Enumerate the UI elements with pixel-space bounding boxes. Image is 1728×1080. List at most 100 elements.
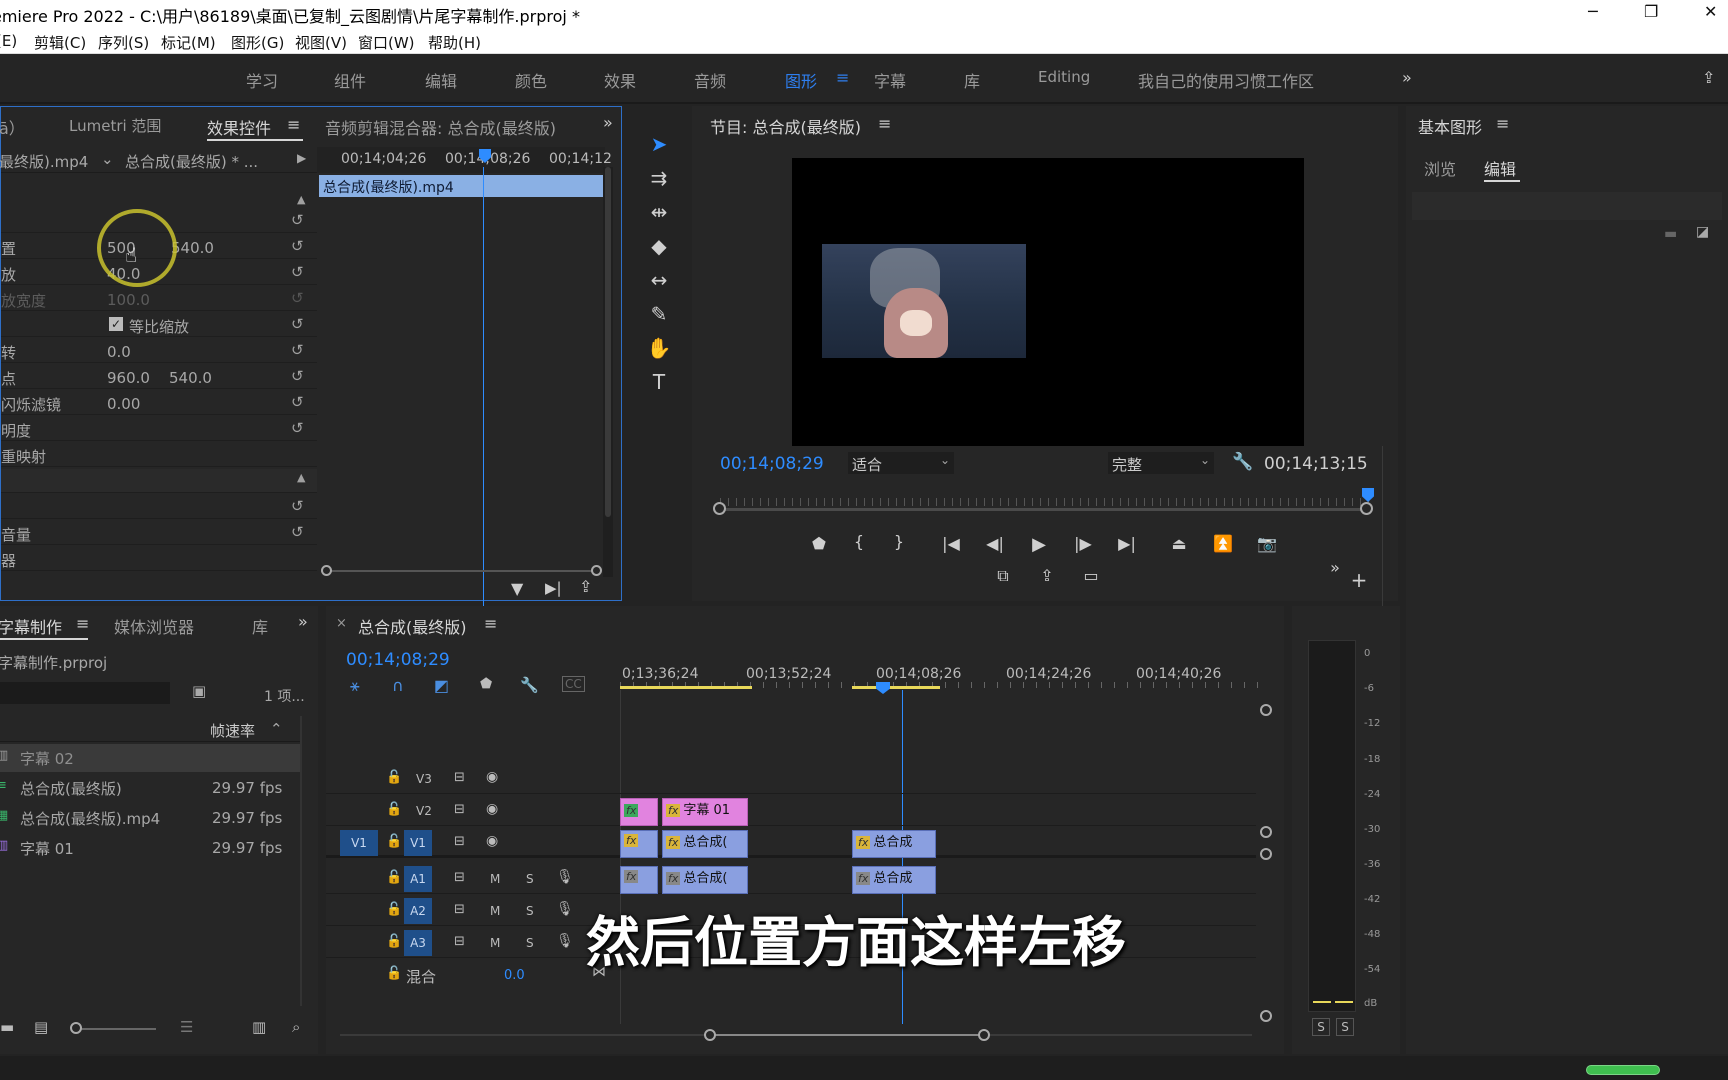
reset-icon[interactable]: ↺ — [291, 497, 304, 515]
menu-graphics[interactable]: 图形(G) — [231, 32, 284, 53]
clip-video[interactable]: fx 总合成 — [852, 830, 936, 858]
panel-menu-icon[interactable]: ≡ — [76, 614, 89, 633]
new-layer-icon[interactable]: ◪ — [1696, 224, 1709, 240]
menu-help[interactable]: 帮助(H) — [428, 32, 481, 53]
ws-menu-icon[interactable]: ≡ — [836, 68, 849, 87]
project-item[interactable]: ▥ 字幕 02 — [0, 744, 300, 772]
ws-captions[interactable]: 字幕 — [874, 68, 906, 92]
eye-icon[interactable]: ◉ — [486, 769, 498, 785]
collapse-icon[interactable]: ▲ — [297, 471, 305, 484]
sort-icon[interactable]: ☰ — [180, 1018, 193, 1036]
tab-lumetri[interactable]: Lumetri 范围 — [69, 115, 161, 136]
share-icon[interactable]: ⇪ — [1702, 68, 1715, 87]
video-canvas[interactable] — [792, 158, 1304, 446]
reset-icon[interactable]: ↺ — [291, 263, 304, 281]
clip-title-01[interactable]: fx 字幕 01 — [662, 798, 748, 826]
reset-icon[interactable]: ↺ — [291, 211, 304, 229]
solo-icon[interactable]: S — [526, 904, 534, 918]
tab-audio-mixer[interactable]: 音频剪辑混合器: 总合成(最终版) — [325, 115, 556, 139]
ws-effects[interactable]: 效果 — [604, 68, 636, 92]
scroll-handle-left[interactable] — [704, 1029, 716, 1041]
comparison-view-icon[interactable]: ⧉ — [990, 566, 1016, 586]
tab-browse[interactable]: 浏览 — [1424, 156, 1456, 180]
ws-color[interactable]: 颜色 — [515, 68, 547, 92]
reset-icon[interactable]: ↺ — [291, 341, 304, 359]
program-scrubber[interactable] — [712, 486, 1376, 522]
ws-assembly[interactable]: 组件 — [334, 68, 366, 92]
lock-icon[interactable]: 🔓 — [386, 770, 402, 785]
solo-left-button[interactable]: S — [1312, 1018, 1330, 1036]
track-target-v1[interactable]: V1 — [404, 830, 432, 856]
mark-out-icon[interactable]: } — [886, 532, 912, 551]
razor-icon[interactable]: ◆ — [642, 234, 676, 258]
go-to-out-icon[interactable]: ▶| — [1114, 534, 1140, 553]
source-patch-v1[interactable]: V1 — [340, 830, 378, 856]
snap-icon[interactable]: ∩ — [392, 676, 404, 695]
program-timecode[interactable]: 00;14;08;29 — [720, 454, 824, 474]
marker-icon[interactable]: ⬟ — [806, 534, 832, 553]
lock-icon[interactable]: 🔓 — [386, 802, 402, 817]
play-icon[interactable]: ▶ — [1026, 534, 1052, 555]
list-view-icon[interactable]: ▬ — [0, 1018, 14, 1036]
eye-icon[interactable]: ◉ — [486, 801, 498, 817]
reset-icon[interactable]: ↺ — [291, 315, 304, 333]
sync-lock-icon[interactable]: ⊟ — [454, 870, 465, 885]
ws-graphics[interactable]: 图形 — [785, 68, 817, 92]
quality-dropdown[interactable]: 完整 ⌄ — [1108, 452, 1214, 474]
sync-lock-icon[interactable]: ⊟ — [454, 802, 465, 817]
icon-view-icon[interactable]: ▤ — [34, 1018, 48, 1036]
settings-wrench-icon[interactable]: 🔧 — [520, 676, 539, 694]
menu-window[interactable]: 窗口(W) — [358, 32, 415, 53]
scroll-handle-left[interactable] — [321, 565, 332, 576]
ws-overflow-icon[interactable]: » — [1402, 68, 1412, 87]
mute-icon[interactable]: M — [490, 904, 500, 918]
h-scrollbar[interactable] — [321, 565, 602, 576]
reset-icon[interactable]: ↺ — [291, 419, 304, 437]
sort-up-icon[interactable]: ⌃ — [270, 720, 283, 738]
mix-value[interactable]: 0.0 — [504, 968, 525, 983]
multicam-icon[interactable]: ▭ — [1078, 566, 1104, 585]
lock-icon[interactable]: 🔓 — [386, 870, 402, 885]
minimize-icon[interactable]: ─ — [1588, 2, 1598, 21]
reset-icon[interactable]: ↺ — [291, 393, 304, 411]
solo-icon[interactable]: S — [526, 936, 534, 950]
maximize-icon[interactable]: ❐ — [1644, 2, 1658, 21]
prop-value[interactable]: 0.0 — [107, 343, 131, 361]
close-icon[interactable]: ✕ — [1704, 2, 1717, 21]
track-label[interactable]: V3 — [416, 772, 432, 786]
close-tab-icon[interactable]: × — [336, 616, 347, 631]
v-scrollbar[interactable] — [603, 167, 613, 577]
add-marker-icon[interactable]: ⬟ — [480, 676, 492, 692]
scrubber-end-handle[interactable] — [1360, 502, 1373, 515]
scroll-handle[interactable] — [1260, 704, 1272, 716]
eye-icon[interactable]: ◉ — [486, 833, 498, 849]
menu-markers[interactable]: 标记(M) — [161, 32, 216, 53]
menu-view[interactable]: 视图(V) — [295, 32, 347, 53]
settings-wrench-icon[interactable]: 🔧 — [1232, 452, 1253, 472]
scroll-handle[interactable] — [1260, 848, 1272, 860]
prop-value-y[interactable]: 540.0 — [169, 369, 212, 387]
timeline-v-scrollbar[interactable] — [1260, 704, 1274, 1024]
mic-icon[interactable]: 🎙 — [556, 869, 574, 885]
timeline-ruler[interactable]: 0;13;36;24 00;13;52;24 00;14;08;26 00;14… — [620, 646, 1264, 694]
timeline-timecode[interactable]: 00;14;08;29 — [346, 650, 450, 670]
tab-clipped[interactable]: ā） — [0, 115, 25, 139]
track-target-a2[interactable]: A2 — [404, 898, 432, 924]
project-item[interactable]: ▥ 字幕 01 29.97 fps — [0, 834, 300, 862]
tab-libraries[interactable]: 库 — [252, 614, 268, 638]
type-tool-icon[interactable]: T — [642, 370, 676, 394]
solo-right-button[interactable]: S — [1336, 1018, 1354, 1036]
solo-icon[interactable]: S — [526, 872, 534, 886]
sync-lock-icon[interactable]: ⊟ — [454, 934, 465, 949]
fit-dropdown[interactable]: 适合 ⌄ — [848, 452, 954, 474]
folder-icon[interactable]: ▬ — [1664, 226, 1677, 242]
menu-clip[interactable]: 剪辑(C) — [34, 32, 86, 53]
mic-icon[interactable]: 🎙 — [556, 901, 574, 917]
add-button-icon[interactable]: + — [1346, 568, 1372, 592]
ripple-edit-icon[interactable]: ⇹ — [642, 200, 676, 224]
sync-lock-icon[interactable]: ⊟ — [454, 902, 465, 917]
scrubber-start-handle[interactable] — [713, 502, 726, 515]
nest-icon[interactable]: ⚹ — [350, 676, 360, 696]
lock-icon[interactable]: 🔓 — [386, 966, 402, 981]
step-back-icon[interactable]: ◀| — [982, 534, 1008, 553]
